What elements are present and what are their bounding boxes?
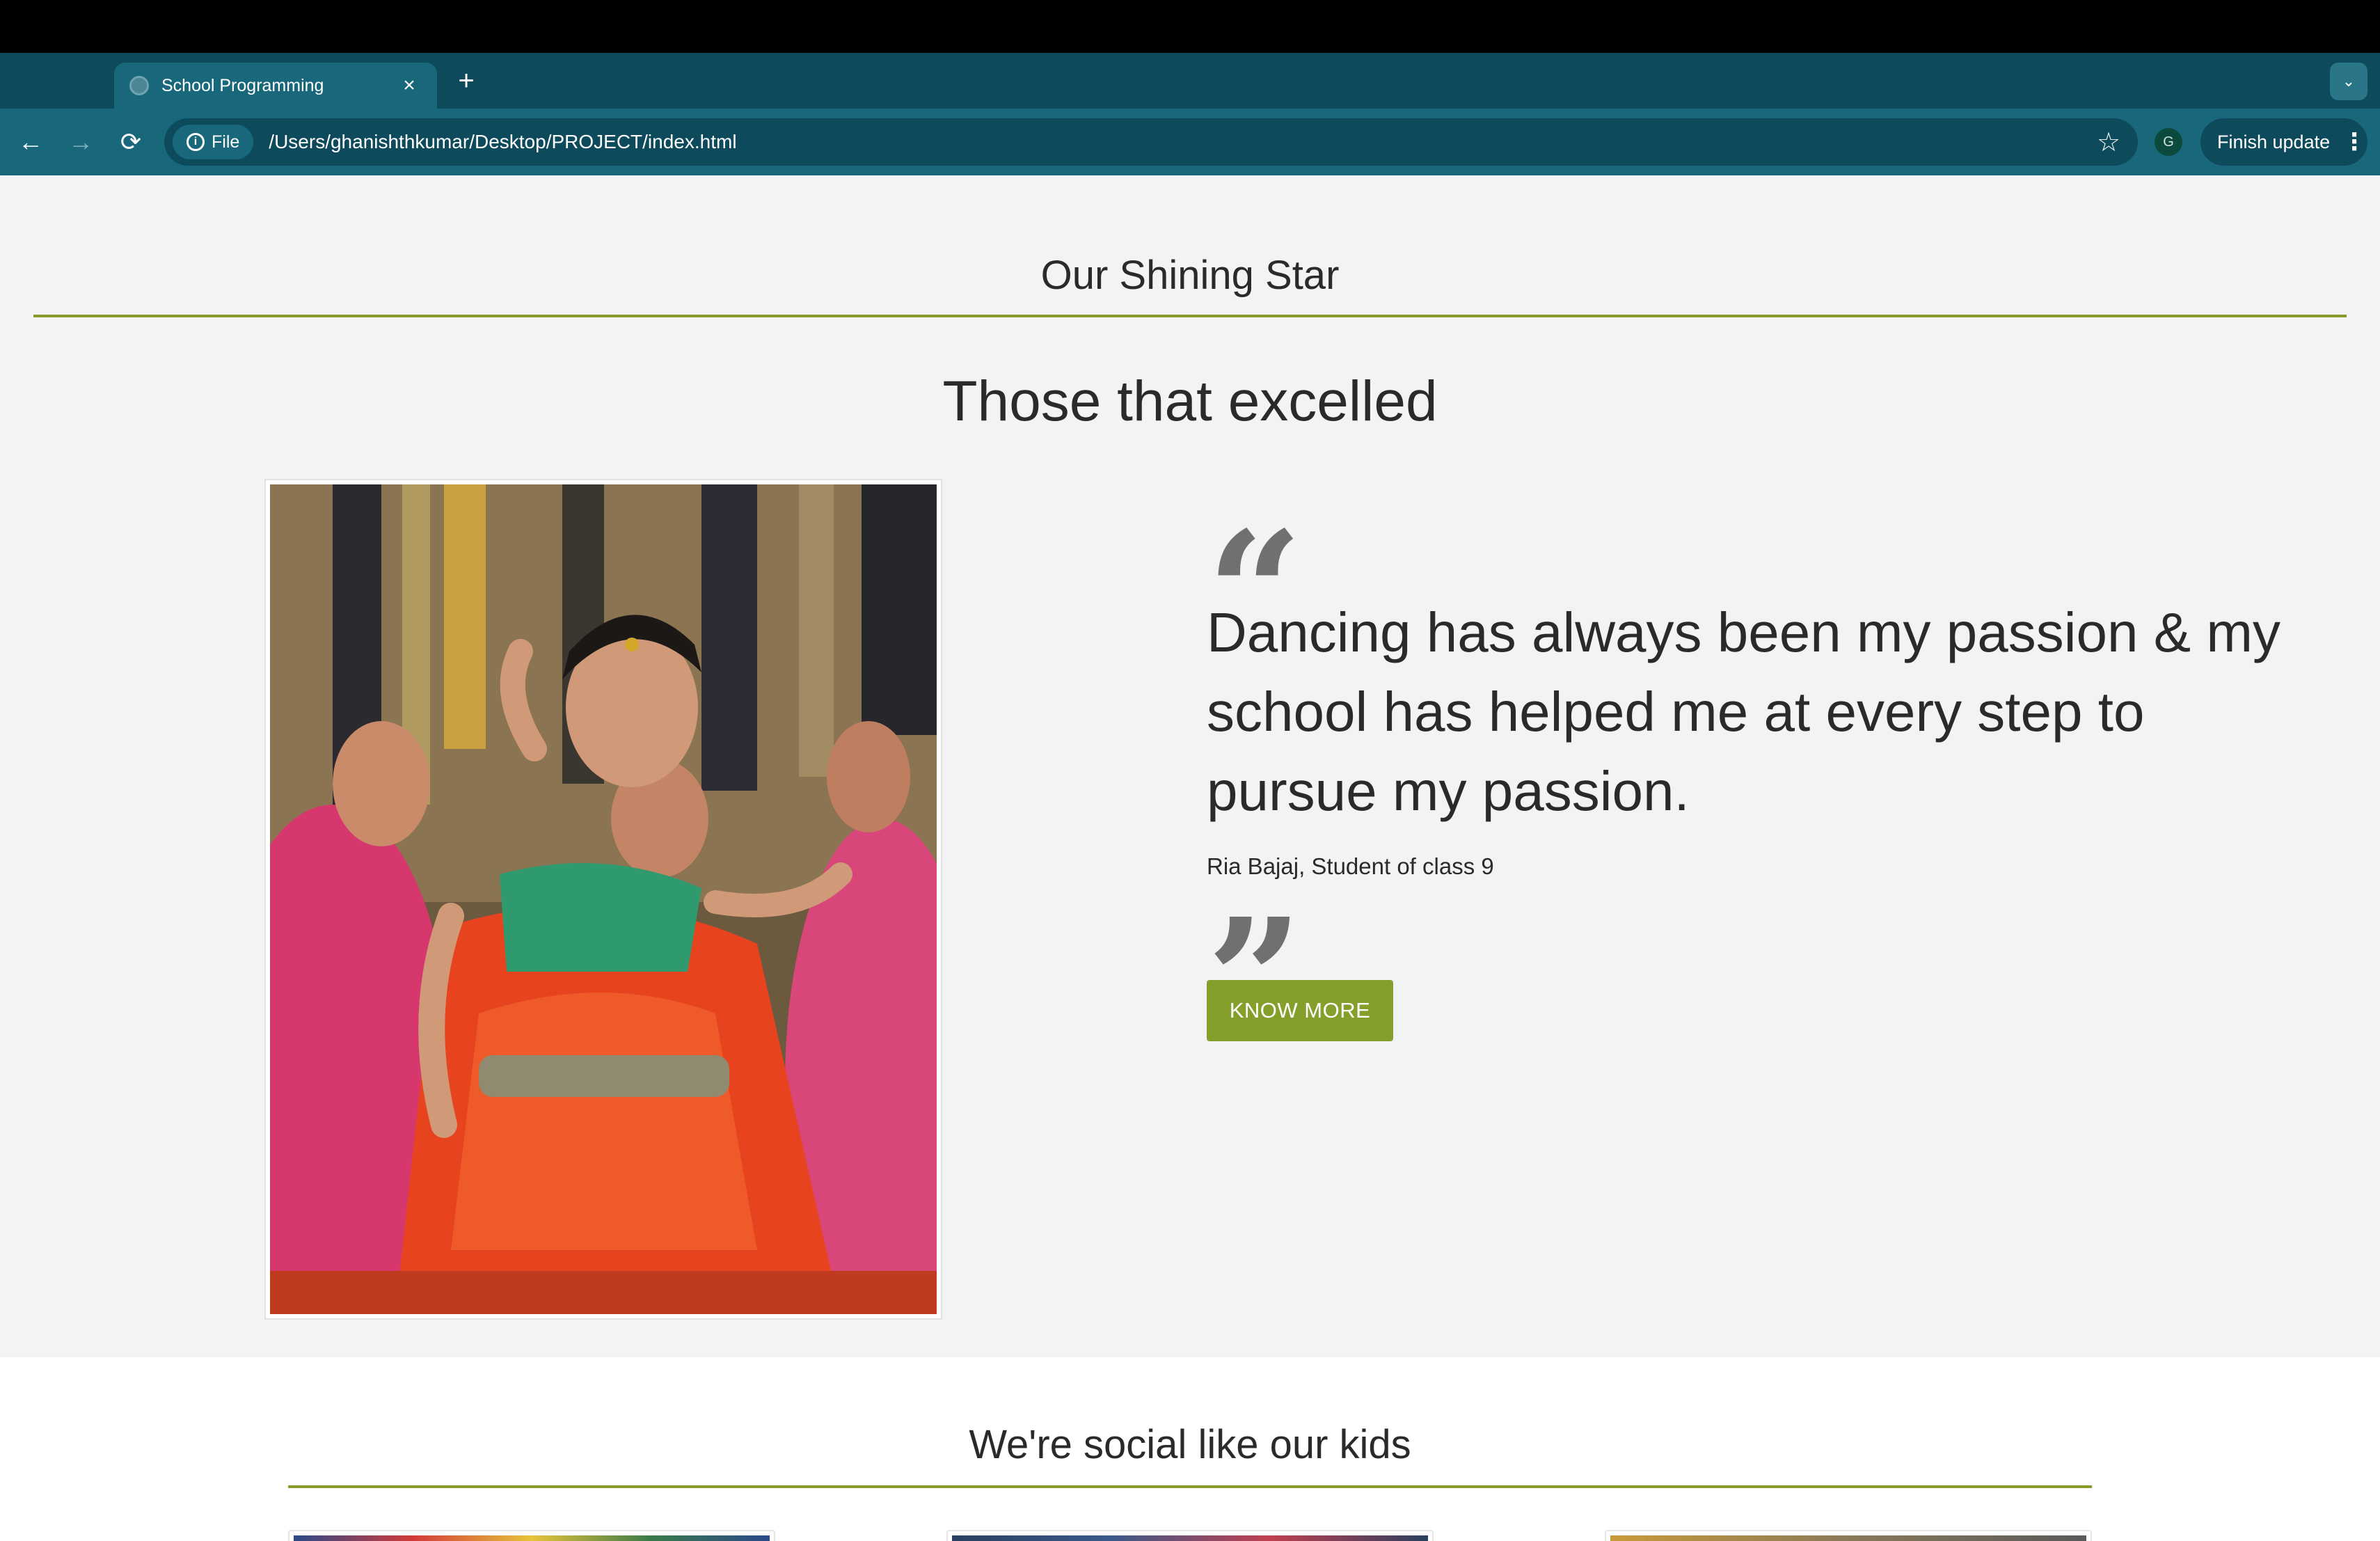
site-info-chip[interactable]: i File [173,125,254,159]
tab-search-button[interactable]: ⌄ [2330,63,2367,100]
macos-menubar [0,0,2380,53]
file-chip-label: File [212,132,240,152]
testimonial-attribution: Ria Bajaj, Student of class 9 [1207,853,1494,879]
social-card-image [1610,1535,2086,1541]
social-card-image [952,1535,1428,1541]
section-headline: Those that excelled [942,370,1438,433]
dancer-photo [270,484,937,1314]
new-tab-button[interactable]: + [451,65,482,96]
social-card[interactable] [288,1530,775,1541]
social-card-image [294,1535,770,1541]
info-icon: i [187,133,205,151]
section-divider [33,315,2347,317]
url-text[interactable]: /Users/ghanishthkumar/Desktop/PROJECT/in… [269,131,2088,153]
profile-avatar[interactable]: G [2155,128,2182,156]
section-title: Our Shining Star [1040,253,1340,298]
bookmark-star-icon[interactable]: ☆ [2088,127,2129,158]
page-viewport: Our Shining Star Those that excelled Dan… [0,175,2380,1541]
social-card[interactable] [946,1530,1434,1541]
testimonial-quote: Dancing has always been my passion & my … [1207,601,2280,822]
address-bar[interactable]: i File /Users/ghanishthkumar/Desktop/PRO… [164,118,2138,166]
browser-toolbar: ← → ⟳ i File /Users/ghanishthkumar/Deskt… [0,109,2380,175]
globe-icon [129,76,149,95]
kebab-menu-icon[interactable]: ⋮ [2342,128,2366,156]
tab-school-programming[interactable]: School Programming × [114,63,437,109]
social-card[interactable] [1605,1530,2092,1541]
reload-button[interactable]: ⟳ [113,124,149,160]
finish-update-button[interactable]: Finish update ⋮ [2200,118,2367,166]
social-title: We're social like our kids [969,1422,1411,1467]
social-divider [288,1485,2092,1488]
finish-update-label: Finish update [2217,131,2331,152]
photo-frame [264,479,942,1320]
shining-star-section: Our Shining Star Those that excelled Dan… [0,175,2380,1357]
back-button[interactable]: ← [13,124,49,160]
social-section: We're social like our kids [0,1357,2380,1541]
close-icon[interactable]: × [397,75,422,96]
tab-strip: School Programming × + ⌄ [0,53,2380,109]
forward-button[interactable]: → [63,124,99,160]
tab-title: School Programming [161,75,324,95]
know-more-button[interactable]: KNOW MORE [1207,980,1393,1041]
